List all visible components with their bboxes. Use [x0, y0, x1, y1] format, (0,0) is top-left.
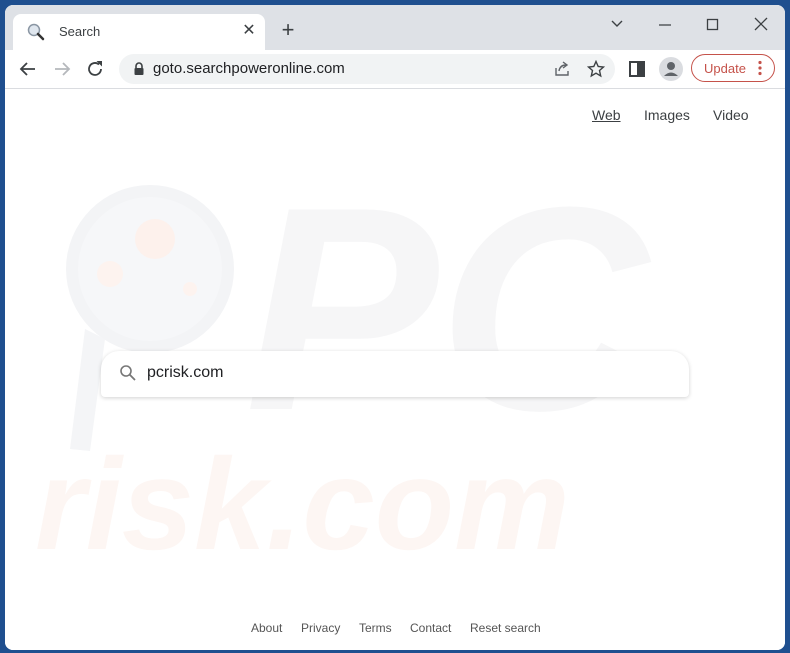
address-bar[interactable]: goto.searchpoweronline.com	[119, 54, 615, 84]
watermark-risk-text: risk.com	[35, 431, 570, 577]
tab-search[interactable]: Search ✕	[13, 14, 265, 50]
footer-terms[interactable]: Terms	[359, 621, 392, 635]
footer-reset-search[interactable]: Reset search	[470, 621, 541, 635]
search-icon[interactable]	[119, 364, 137, 382]
footer-privacy[interactable]: Privacy	[301, 621, 340, 635]
nav-video[interactable]: Video	[713, 107, 749, 123]
reload-icon	[88, 61, 102, 76]
forward-button[interactable]	[49, 56, 75, 82]
footer-contact[interactable]: Contact	[410, 621, 451, 635]
tab-close-icon[interactable]: ✕	[239, 21, 259, 41]
reload-button[interactable]	[82, 56, 108, 82]
minimize-icon[interactable]	[650, 11, 680, 37]
search-box	[101, 351, 689, 397]
magnifier-icon	[27, 23, 45, 41]
url-text[interactable]: goto.searchpoweronline.com	[153, 60, 345, 77]
tab-title: Search	[59, 24, 101, 39]
tab-search-chevron-down-icon[interactable]	[602, 11, 632, 37]
page-content: PC risk.com Web Images Video About Priva…	[5, 89, 785, 650]
watermark-pc-text: PC	[245, 147, 651, 471]
maximize-icon[interactable]	[698, 11, 728, 37]
footer-about[interactable]: About	[251, 621, 282, 635]
arrow-right-icon	[55, 62, 71, 76]
arrow-left-icon	[19, 62, 35, 76]
new-tab-button[interactable]: +	[277, 19, 299, 41]
update-button[interactable]: Update	[691, 54, 775, 82]
watermark-magnifier	[66, 185, 234, 451]
person-icon	[664, 62, 678, 76]
back-button[interactable]	[15, 56, 41, 82]
update-label: Update	[704, 61, 746, 76]
more-vert-icon	[758, 60, 762, 76]
lock-icon	[134, 62, 144, 75]
tab-strip: Search ✕ +	[5, 5, 785, 50]
close-window-icon[interactable]	[746, 11, 776, 37]
share-icon[interactable]	[553, 60, 571, 78]
nav-web[interactable]: Web	[592, 107, 621, 123]
browser-window: Search ✕ + goto.searchpoweronline.com Up…	[5, 5, 785, 650]
side-panel-icon[interactable]	[629, 61, 645, 77]
browser-toolbar: goto.searchpoweronline.com Update	[5, 50, 785, 89]
nav-images[interactable]: Images	[644, 107, 690, 123]
search-input[interactable]	[147, 359, 667, 387]
profile-avatar[interactable]	[659, 57, 683, 81]
bookmark-star-icon[interactable]	[587, 60, 605, 78]
